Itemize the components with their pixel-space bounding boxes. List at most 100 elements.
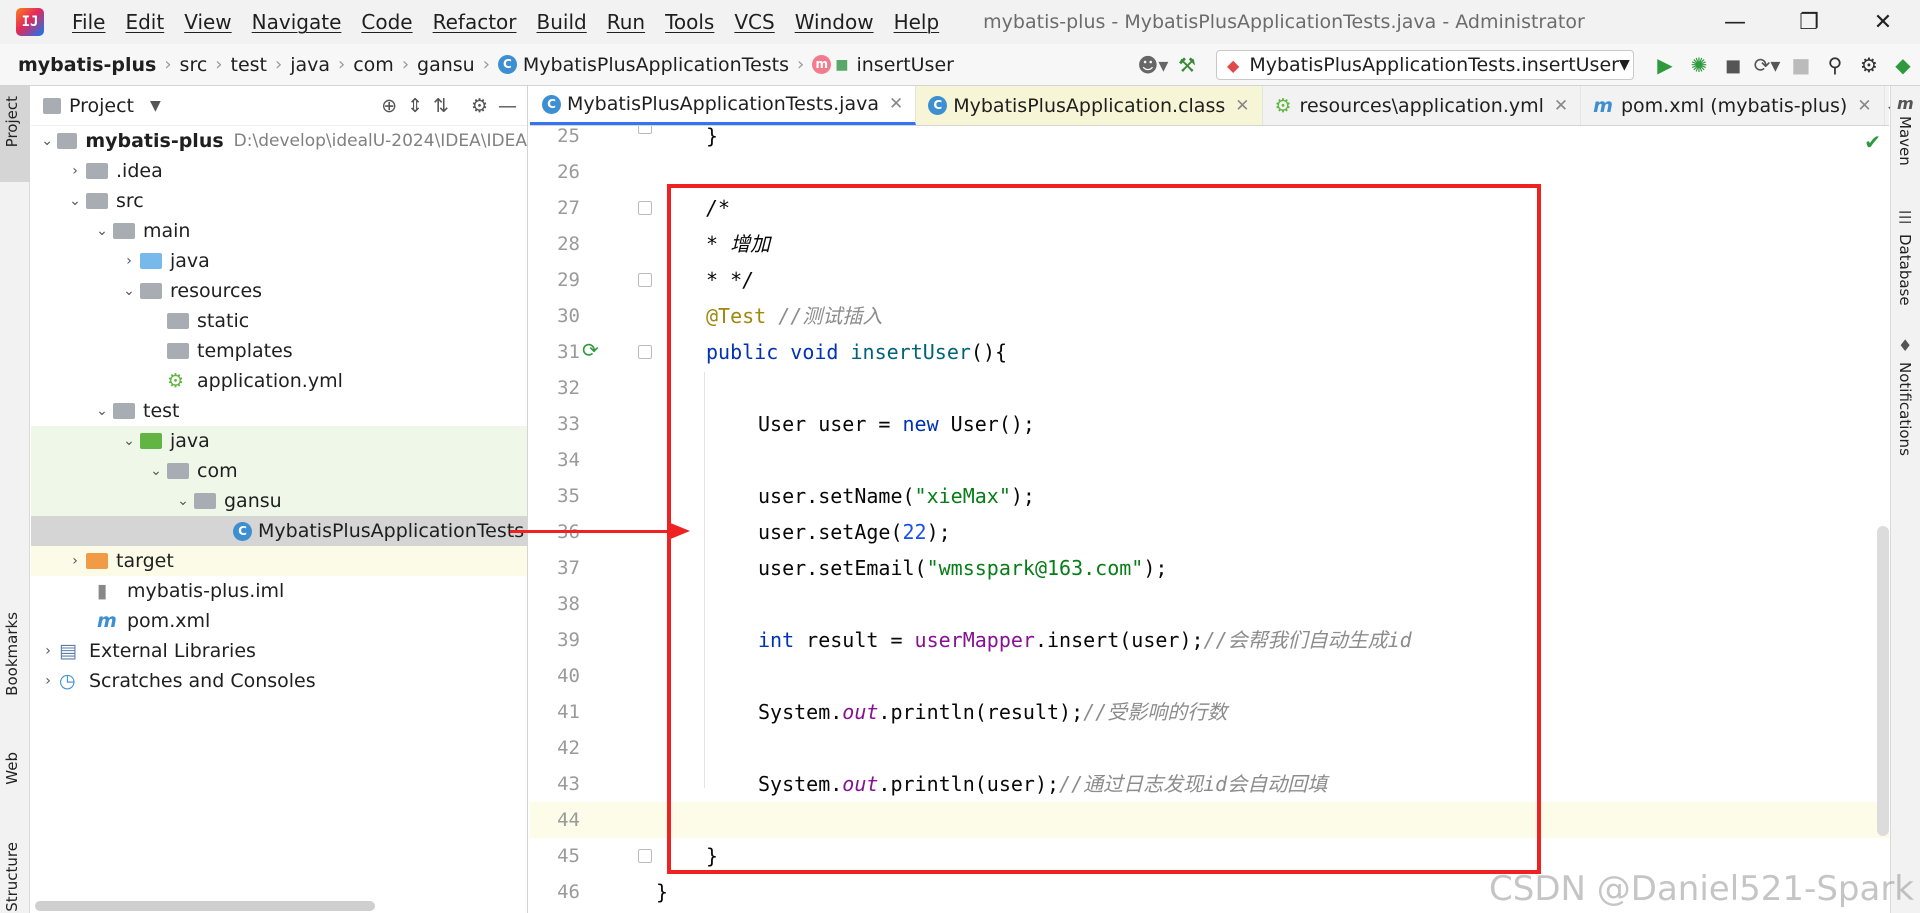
- tree-item-mybatisplusapplicationtests[interactable]: C MybatisPlusApplicationTests: [31, 516, 527, 546]
- tab-mybatisplusapplicationtests[interactable]: C MybatisPlusApplicationTests.java ✕: [530, 86, 917, 125]
- code-editor[interactable]: 25} 26 27/* 28 * 增加 29 * */ 30 @Test //测试插入…: [530, 126, 1889, 913]
- search-icon[interactable]: ⚲: [1818, 48, 1852, 82]
- chevron-down-icon[interactable]: ⌄: [64, 193, 86, 209]
- tab-pom-xml[interactable]: m pom.xml (mybatis-plus) ✕: [1581, 86, 1885, 125]
- chevron-right-icon[interactable]: ›: [118, 253, 140, 269]
- fold-icon[interactable]: [638, 345, 652, 359]
- run-test-gutter-icon[interactable]: ⟳: [582, 338, 599, 362]
- vertical-scrollbar[interactable]: [1877, 526, 1889, 836]
- menu-vcs[interactable]: VCS: [724, 10, 784, 34]
- build-hammer-icon[interactable]: ⚒: [1170, 48, 1204, 82]
- tree-item-test[interactable]: ⌄ test: [31, 396, 527, 426]
- menu-tools[interactable]: Tools: [655, 10, 724, 34]
- menu-navigate[interactable]: Navigate: [242, 10, 352, 34]
- coverage-icon[interactable]: ◼: [1716, 48, 1750, 82]
- tree-item-scratches[interactable]: › ◷ Scratches and Consoles: [31, 666, 527, 696]
- tool-maven[interactable]: Maven: [1896, 116, 1914, 166]
- expand-all-icon[interactable]: ⇕: [407, 95, 423, 117]
- chevron-down-icon[interactable]: ⌄: [118, 433, 140, 449]
- tree-item-main-java[interactable]: › java: [31, 246, 527, 276]
- menu-window[interactable]: Window: [785, 10, 884, 34]
- tree-item-src[interactable]: ⌄ src: [31, 186, 527, 216]
- close-icon[interactable]: ✕: [889, 94, 903, 114]
- chevron-down-icon[interactable]: ⌄: [118, 283, 140, 299]
- tree-item-static[interactable]: static: [31, 306, 527, 336]
- menu-build[interactable]: Build: [527, 10, 597, 34]
- chevron-down-icon[interactable]: ⌄: [145, 463, 167, 479]
- tab-mybatisplusapplication-class[interactable]: C MybatisPlusApplication.class ✕: [916, 86, 1263, 125]
- breadcrumb-gansu[interactable]: gansu: [417, 54, 475, 76]
- maven-icon[interactable]: m: [1897, 94, 1914, 113]
- chevron-down-icon[interactable]: ⌄: [91, 223, 113, 239]
- profile-icon[interactable]: ⟳▾: [1750, 48, 1784, 82]
- database-icon[interactable]: ☰: [1898, 208, 1912, 227]
- project-panel-title[interactable]: Project: [69, 95, 134, 117]
- tree-item-pom-xml[interactable]: m pom.xml: [31, 606, 527, 636]
- chevron-down-icon[interactable]: ▼: [150, 98, 161, 114]
- menu-edit[interactable]: Edit: [115, 10, 174, 34]
- tree-item-com[interactable]: ⌄ com: [31, 456, 527, 486]
- breadcrumb-src[interactable]: src: [180, 54, 208, 76]
- bell-icon[interactable]: ♦: [1898, 336, 1912, 355]
- fold-icon[interactable]: [638, 126, 652, 134]
- tree-item-target[interactable]: › target: [31, 546, 527, 576]
- tab-application-yml[interactable]: ⚙ resources\application.yml ✕: [1263, 86, 1582, 125]
- stop-icon[interactable]: ■: [1784, 48, 1818, 82]
- menu-refactor[interactable]: Refactor: [423, 10, 527, 34]
- tool-notifications[interactable]: Notifications: [1896, 362, 1914, 456]
- minimize-icon[interactable]: —: [1698, 0, 1772, 44]
- horizontal-scrollbar[interactable]: [35, 901, 375, 911]
- tree-item-gansu[interactable]: ⌄ gansu: [31, 486, 527, 516]
- restore-icon[interactable]: ❐: [1772, 0, 1846, 44]
- chevron-right-icon[interactable]: ›: [37, 643, 59, 659]
- tool-structure[interactable]: Structure: [3, 842, 21, 912]
- tool-web[interactable]: Web: [3, 752, 21, 785]
- tree-item-mybatis-plus[interactable]: ⌄ mybatis-plus D:\develop\idealU-2024\IDEA…: [31, 126, 527, 156]
- inspection-ok-icon[interactable]: ✔: [1864, 130, 1881, 154]
- close-icon[interactable]: ✕: [1235, 96, 1249, 116]
- user-icon[interactable]: ☻▾: [1136, 48, 1170, 82]
- tree-item-resources[interactable]: ⌄ resources: [31, 276, 527, 306]
- breadcrumb-java[interactable]: java: [290, 54, 330, 76]
- chevron-right-icon[interactable]: ›: [64, 553, 86, 569]
- fold-icon[interactable]: [638, 849, 652, 863]
- menu-view[interactable]: View: [174, 10, 241, 34]
- tree-item-iml[interactable]: ▮ mybatis-plus.iml: [31, 576, 527, 606]
- hide-panel-icon[interactable]: —: [498, 95, 517, 117]
- breadcrumb-com[interactable]: com: [353, 54, 394, 76]
- chevron-right-icon[interactable]: ›: [37, 673, 59, 689]
- collapse-all-icon[interactable]: ⇅: [433, 95, 449, 117]
- gear-icon[interactable]: ⚙: [1852, 48, 1886, 82]
- run-configuration-select[interactable]: ◆ MybatisPlusApplicationTests.insertUser…: [1216, 50, 1634, 80]
- breadcrumb-project[interactable]: mybatis-plus: [18, 54, 156, 76]
- chevron-down-icon[interactable]: ⌄: [172, 493, 194, 509]
- tree-item-idea[interactable]: › .idea: [31, 156, 527, 186]
- gear-icon[interactable]: ⚙: [471, 95, 488, 117]
- menu-file[interactable]: File: [62, 10, 115, 34]
- chevron-down-icon[interactable]: ⌄: [37, 133, 57, 149]
- close-icon[interactable]: ✕: [1846, 0, 1920, 44]
- tool-database[interactable]: Database: [1896, 234, 1914, 306]
- tree-item-templates[interactable]: templates: [31, 336, 527, 366]
- chevron-right-icon[interactable]: ›: [64, 163, 86, 179]
- tree-item-main[interactable]: ⌄ main: [31, 216, 527, 246]
- debug-icon[interactable]: ✺: [1682, 48, 1716, 82]
- chevron-down-icon[interactable]: ⌄: [91, 403, 113, 419]
- tree-item-test-java[interactable]: ⌄ java: [31, 426, 527, 456]
- tool-bookmarks[interactable]: Bookmarks: [3, 612, 21, 696]
- close-icon[interactable]: ✕: [1554, 96, 1568, 116]
- locate-icon[interactable]: ⊕: [381, 95, 397, 117]
- breadcrumb-method[interactable]: insertUser: [856, 54, 953, 76]
- tool-project[interactable]: Project: [3, 96, 21, 147]
- breadcrumb-test[interactable]: test: [231, 54, 268, 76]
- menu-code[interactable]: Code: [351, 10, 422, 34]
- menu-run[interactable]: Run: [597, 10, 655, 34]
- fold-icon[interactable]: [638, 201, 652, 215]
- fold-icon[interactable]: [638, 273, 652, 287]
- breadcrumb-class[interactable]: MybatisPlusApplicationTests: [523, 54, 789, 76]
- close-icon[interactable]: ✕: [1857, 96, 1871, 116]
- run-icon[interactable]: ▶: [1648, 48, 1682, 82]
- tree-item-application-yml[interactable]: ⚙ application.yml: [31, 366, 527, 396]
- tree-item-external-libraries[interactable]: › ▤ External Libraries: [31, 636, 527, 666]
- ide-update-icon[interactable]: ◆: [1886, 48, 1920, 82]
